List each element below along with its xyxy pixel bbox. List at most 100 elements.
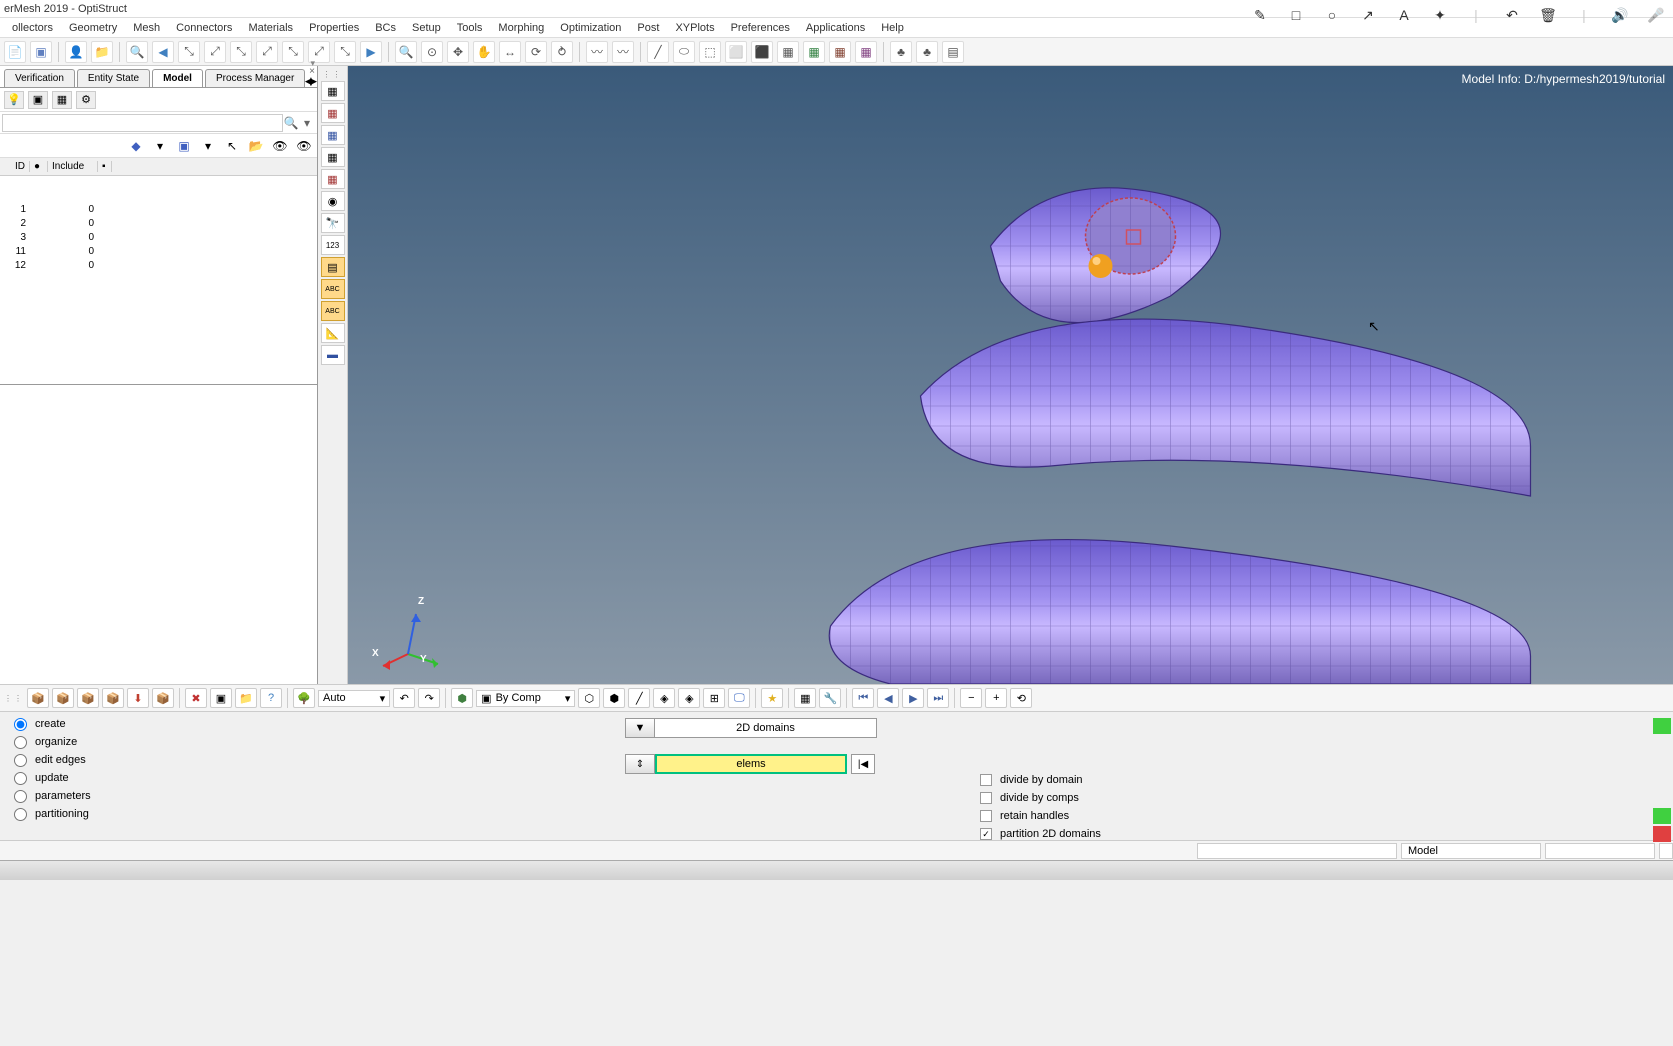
menu-geometry[interactable]: Geometry bbox=[61, 20, 125, 36]
action-green2-button[interactable] bbox=[1653, 808, 1671, 824]
numbers-icon[interactable]: 123 bbox=[321, 235, 345, 255]
axis-triad[interactable]: X Y Z bbox=[368, 594, 448, 674]
undo2-icon[interactable]: ↶ bbox=[393, 688, 415, 708]
graphics-viewport[interactable]: Model Info: D:/hypermesh2019/tutorial bbox=[348, 66, 1673, 684]
eye-icon[interactable]: 👁 bbox=[271, 137, 289, 155]
new-icon[interactable]: 📄 bbox=[4, 41, 26, 63]
section-icon[interactable]: ▬ bbox=[321, 345, 345, 365]
shade5-icon[interactable]: ▦ bbox=[321, 169, 345, 189]
grid-icon[interactable]: ⊞ bbox=[703, 688, 725, 708]
radio-update[interactable]: update bbox=[14, 770, 91, 786]
curve1-icon[interactable]: 〰 bbox=[586, 41, 608, 63]
layers-icon[interactable]: ▦ bbox=[52, 91, 72, 109]
zoom-in-icon[interactable]: 🔍 bbox=[126, 41, 148, 63]
check-partition-2d[interactable]: ✓ partition 2D domains bbox=[980, 826, 1101, 842]
shaded-icon[interactable]: ⬢ bbox=[603, 688, 625, 708]
highlight1-icon[interactable]: ▤ bbox=[321, 257, 345, 277]
table-row[interactable]: 1 0 bbox=[0, 202, 317, 216]
sound-icon[interactable]: 🔊 bbox=[1611, 6, 1629, 24]
trash-icon[interactable]: 🗑 bbox=[1539, 6, 1557, 24]
status-field-3[interactable] bbox=[1545, 843, 1655, 859]
col-id[interactable]: ID bbox=[0, 161, 30, 172]
wireframe-icon[interactable]: ⬡ bbox=[578, 688, 600, 708]
tab-model[interactable]: Model bbox=[152, 69, 203, 87]
check-divide-domain[interactable]: divide by domain bbox=[980, 772, 1101, 788]
pill-icon[interactable]: ⬭ bbox=[673, 41, 695, 63]
table-row[interactable]: 12 0 bbox=[0, 258, 317, 272]
pan-icon[interactable]: ✋ bbox=[473, 41, 495, 63]
nav-last-icon[interactable]: ⏭ bbox=[927, 688, 949, 708]
highlight2-icon[interactable]: ABC bbox=[321, 279, 345, 299]
down-icon[interactable]: ⬇ bbox=[127, 688, 149, 708]
tree-icon[interactable]: ♣ bbox=[890, 41, 912, 63]
rotate-icon[interactable]: ⟳ bbox=[525, 41, 547, 63]
cube-icon[interactable]: ▣ bbox=[30, 41, 52, 63]
mic-icon[interactable]: 🎤 bbox=[1647, 6, 1665, 24]
zoom-area-icon[interactable]: ⊙ bbox=[421, 41, 443, 63]
menu-setup[interactable]: Setup bbox=[404, 20, 449, 36]
radio-create-input[interactable] bbox=[14, 718, 27, 731]
nav-first-icon[interactable]: ⏮ bbox=[852, 688, 874, 708]
nav-prev-icon[interactable]: ◀ bbox=[877, 688, 899, 708]
tree2-icon[interactable]: ♣ bbox=[916, 41, 938, 63]
undo-icon[interactable]: ↶ bbox=[1503, 6, 1521, 24]
line-icon[interactable]: ╱ bbox=[647, 41, 669, 63]
folder2-icon[interactable]: 📁 bbox=[235, 688, 257, 708]
redo2-icon[interactable]: ↷ bbox=[418, 688, 440, 708]
comp3-icon[interactable]: 📦 bbox=[77, 688, 99, 708]
delete-icon[interactable]: ✖ bbox=[185, 688, 207, 708]
comp2-icon[interactable]: 📦 bbox=[52, 688, 74, 708]
comp5-icon[interactable]: 📦 bbox=[152, 688, 174, 708]
shade3-icon[interactable]: ▦ bbox=[321, 125, 345, 145]
menu-tools[interactable]: Tools bbox=[449, 20, 491, 36]
menu-materials[interactable]: Materials bbox=[240, 20, 301, 36]
radio-organize[interactable]: organize bbox=[14, 734, 91, 750]
menu-applications[interactable]: Applications bbox=[798, 20, 873, 36]
menu-bcs[interactable]: BCs bbox=[367, 20, 404, 36]
status-field-1[interactable] bbox=[1197, 843, 1397, 859]
axis-right-icon[interactable]: ⤡ bbox=[334, 41, 356, 63]
move-icon[interactable]: ✥ bbox=[447, 41, 469, 63]
radio-parameters-input[interactable] bbox=[14, 790, 27, 803]
cursor-icon[interactable]: ↖ bbox=[223, 137, 241, 155]
folder-open-icon[interactable]: 📂 bbox=[247, 137, 265, 155]
magnify-icon[interactable]: 🔍 bbox=[395, 41, 417, 63]
entity-reset-button[interactable]: |◀ bbox=[851, 754, 875, 774]
grid2-icon[interactable]: ▦ bbox=[829, 41, 851, 63]
measure-icon[interactable]: 📐 bbox=[321, 323, 345, 343]
grid3-icon[interactable]: ▦ bbox=[855, 41, 877, 63]
solid-icon[interactable]: ⬢ bbox=[451, 688, 473, 708]
menu-optimization[interactable]: Optimization bbox=[552, 20, 629, 36]
curve2-icon[interactable]: 〰 bbox=[612, 41, 634, 63]
menu-collectors[interactable]: ollectors bbox=[4, 20, 61, 36]
cubes-icon[interactable]: ▣ bbox=[28, 91, 48, 109]
radio-edit-edges-input[interactable] bbox=[14, 754, 27, 767]
action-green-button[interactable] bbox=[1653, 718, 1671, 734]
wand-icon[interactable]: ✦ bbox=[1431, 6, 1449, 24]
refresh-icon[interactable]: ⟲ bbox=[1010, 688, 1032, 708]
entity-selector-field[interactable]: elems bbox=[655, 754, 847, 774]
star-icon[interactable]: ★ bbox=[761, 688, 783, 708]
tab-entity-state[interactable]: Entity State bbox=[77, 69, 150, 87]
domain-type-label[interactable]: 2D domains bbox=[655, 718, 877, 738]
back-icon[interactable]: ◀ bbox=[152, 41, 174, 63]
binoculars-icon[interactable]: 🔭 bbox=[321, 213, 345, 233]
axis-yz-icon[interactable]: ⤢ bbox=[204, 41, 226, 63]
layers2-icon[interactable]: ◈ bbox=[653, 688, 675, 708]
play-icon[interactable]: ▶ bbox=[360, 41, 382, 63]
sphere-icon[interactable]: ◉ bbox=[321, 191, 345, 211]
check-divide-domain-box[interactable] bbox=[980, 774, 992, 786]
radio-update-input[interactable] bbox=[14, 772, 27, 785]
bycomp-dropdown[interactable]: ▣ By Comp ▾ bbox=[476, 690, 575, 707]
check-divide-comps[interactable]: divide by comps bbox=[980, 790, 1101, 806]
action-red-button[interactable] bbox=[1653, 826, 1671, 842]
cylinder-icon[interactable]: ⬚ bbox=[699, 41, 721, 63]
check-divide-comps-box[interactable] bbox=[980, 792, 992, 804]
new-comp-icon[interactable]: 📦 bbox=[27, 688, 49, 708]
box-icon[interactable]: ▣ bbox=[175, 137, 193, 155]
highlight3-icon[interactable]: ABC bbox=[321, 301, 345, 321]
shade4-icon[interactable]: ▦ bbox=[321, 147, 345, 167]
user-icon[interactable]: 👤 bbox=[65, 41, 87, 63]
table-row[interactable]: 3 0 bbox=[0, 230, 317, 244]
box1-icon[interactable]: ⬜ bbox=[725, 41, 747, 63]
